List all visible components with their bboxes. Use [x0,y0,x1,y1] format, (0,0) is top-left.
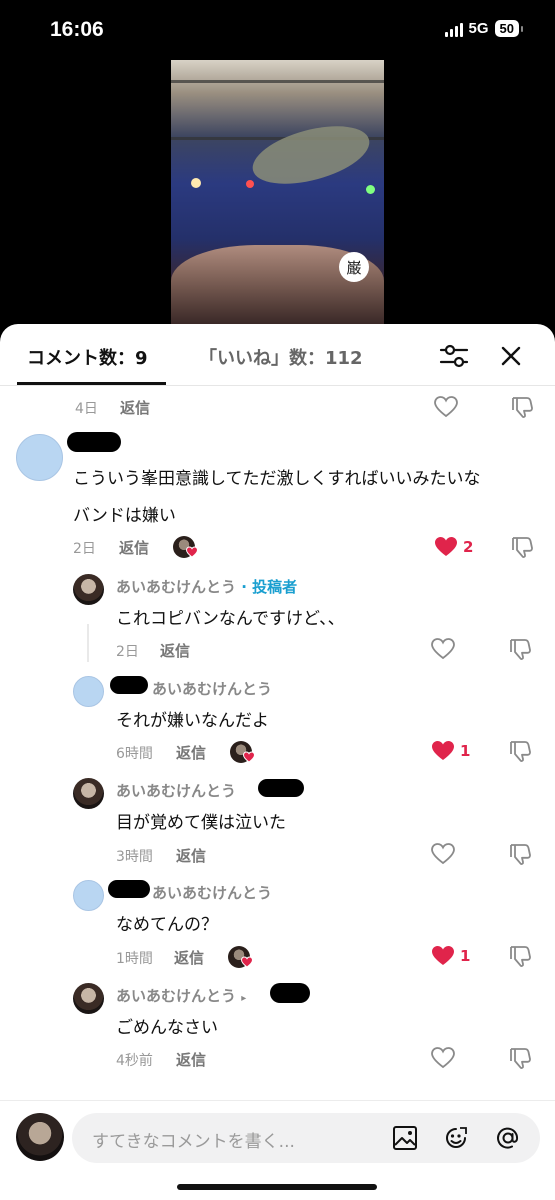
dislike-icon[interactable] [508,637,534,661]
comment-time: 2日 [116,644,139,660]
status-time: 16:06 [50,18,104,41]
avatar[interactable] [16,434,63,481]
avatar[interactable] [73,778,104,809]
comment-time: 3時間 [116,849,153,865]
comment-text: バンドは嫌い [73,506,176,526]
avatar[interactable] [73,880,104,911]
comment-time: 1時間 [116,951,153,967]
reply-button[interactable]: 返信 [174,947,204,968]
network-label: 5G [468,20,489,37]
emoji-icon[interactable] [443,1125,469,1151]
stage-light [246,180,254,188]
comment-time: 6時間 [116,746,153,762]
home-indicator [177,1184,377,1190]
author-tag: · 投稿者 [241,578,298,596]
like-count: 1 [460,947,471,965]
active-tab-indicator [17,382,166,385]
heart-icon [186,546,198,558]
username-text[interactable]: あいあむけんとう [116,578,236,596]
reply-button[interactable]: 返信 [176,742,206,763]
comment-text: 目が覚めて僕は泣いた [116,813,286,833]
reply-button[interactable]: 返信 [120,397,150,418]
comment-username[interactable]: あいあむけんとう · 投稿者 [116,576,297,597]
reply-button[interactable]: 返信 [176,845,206,866]
battery-icon: 50 [494,20,524,37]
comment-time: 4秒前 [116,1053,153,1069]
heart-icon [243,751,255,763]
reply-arrow-icon: ▸ [241,993,247,1004]
stage-light [366,185,375,194]
comment-username[interactable]: あいあむけんとう [116,780,236,801]
comment-sheet: コメント数：9 「いいね」数：112 4日 返信 こういう峯田意識してただ激しく… [0,324,555,1200]
video-preview[interactable]: 巌 [171,60,384,335]
input-placeholder: すてきなコメントを書く... [92,1132,295,1152]
filter-icon[interactable] [439,342,469,370]
comment-time: 4日 [75,401,98,417]
dislike-icon[interactable] [510,535,536,559]
my-avatar [16,1113,64,1161]
status-right: 5G 50 [444,20,524,37]
heart-icon [241,956,253,968]
heart-icon[interactable] [430,637,456,661]
comment-text: こういう峯田意識してただ激しくすればいいみたいな [73,469,481,489]
redacted-username [270,983,310,1003]
comment-input[interactable]: すてきなコメントを書く... [72,1113,540,1163]
dislike-icon[interactable] [508,842,534,866]
reply-button[interactable]: 返信 [176,1049,206,1070]
redacted-username [258,779,304,797]
avatar[interactable] [73,983,104,1014]
image-icon[interactable] [392,1125,418,1151]
heart-icon[interactable] [430,739,456,763]
comment-username[interactable]: あいあむけんとう ▸ [116,985,246,1006]
status-bar: 16:06 5G 50 [0,0,555,60]
mention-icon[interactable] [495,1125,521,1151]
comment-text: それが嫌いなんだよ [116,711,269,731]
heart-icon[interactable] [430,944,456,968]
reply-button[interactable]: 返信 [119,537,149,558]
dislike-icon[interactable] [510,395,536,419]
dislike-icon[interactable] [508,739,534,763]
reply-target-username[interactable]: あいあむけんとう [152,882,272,903]
redacted-username [110,676,148,694]
close-icon[interactable] [497,342,525,370]
stage-light [191,178,201,188]
thread-line [87,624,89,662]
comment-text: これコピバンなんですけど、、 [116,609,345,629]
avatar[interactable] [73,676,104,707]
redacted-username [108,880,150,898]
reply-target-username[interactable]: あいあむけんとう [152,678,272,699]
comment-tabs: コメント数：9 「いいね」数：112 [0,324,555,386]
like-count: 2 [463,538,474,556]
heart-icon[interactable] [430,1046,456,1070]
comment-text: ごめんなさい [116,1018,218,1038]
like-count: 1 [460,742,471,760]
heart-icon[interactable] [433,395,459,419]
redacted-username [67,432,121,452]
avatar[interactable] [73,574,104,605]
dislike-icon[interactable] [508,1046,534,1070]
watermark-badge: 巌 [339,252,369,282]
comment-input-bar: すてきなコメントを書く... [0,1100,555,1200]
dislike-icon[interactable] [508,944,534,968]
signal-icon [444,21,463,37]
heart-icon[interactable] [430,842,456,866]
comment-text: なめてんの？ [116,915,218,935]
comment-time: 2日 [73,541,96,557]
tab-likes[interactable]: 「いいね」数：112 [199,344,363,370]
reply-button[interactable]: 返信 [160,640,190,661]
heart-icon[interactable] [433,535,459,559]
username-text[interactable]: あいあむけんとう [116,987,236,1005]
tab-comments[interactable]: コメント数：9 [27,344,148,370]
